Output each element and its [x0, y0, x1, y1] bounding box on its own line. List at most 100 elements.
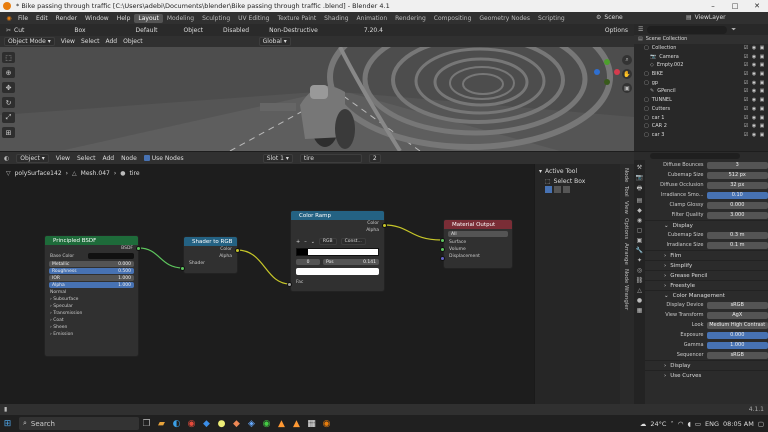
app-icon-3[interactable]: ◈ — [245, 417, 258, 430]
maximize-button[interactable]: □ — [724, 2, 746, 10]
select-mode-extend-icon[interactable] — [554, 186, 561, 193]
constraints-tab-icon[interactable]: ⛓ — [636, 277, 644, 284]
scene-selector[interactable]: Scene — [604, 14, 622, 21]
property-value[interactable]: sRGB — [706, 301, 768, 309]
disabled-label[interactable]: Disabled — [223, 27, 249, 34]
alpha-field[interactable]: Alpha 1.000 — [49, 282, 134, 288]
navigation-gizmo[interactable] — [594, 59, 620, 85]
editor-type-icon[interactable]: ◐ — [4, 155, 9, 162]
collection-tab-icon[interactable]: ▢ — [637, 227, 643, 234]
render-camera-icon[interactable]: ▣ — [759, 45, 765, 51]
render-camera-icon[interactable]: ▣ — [759, 115, 765, 121]
exclude-checkbox-icon[interactable]: ☑ — [743, 115, 749, 121]
menu-render[interactable]: Render — [52, 15, 81, 22]
metallic-field[interactable]: Metallic 0.000 — [49, 261, 134, 267]
roughness-field[interactable]: Roughness 0.500 — [49, 268, 134, 274]
section-display-2[interactable]: › Display — [644, 360, 768, 370]
render-camera-icon[interactable]: ▣ — [759, 97, 765, 103]
exclude-checkbox-icon[interactable]: ☑ — [743, 97, 749, 103]
pan-hand-icon[interactable]: ✋ — [622, 69, 632, 79]
outliner-row[interactable]: ▢ BIKE ☑ ◉ ▣ — [634, 70, 768, 79]
section-simplify[interactable]: › Simplify — [644, 260, 768, 270]
exclude-checkbox-icon[interactable]: ☑ — [743, 80, 749, 86]
tab-options[interactable]: Options — [623, 218, 629, 239]
tab-texture-paint[interactable]: Texture Paint — [273, 14, 320, 23]
cut-label[interactable]: Cut — [14, 27, 24, 34]
visibility-eye-icon[interactable]: ◉ — [751, 132, 757, 138]
output-volume-socket[interactable] — [440, 247, 445, 252]
render-camera-icon[interactable]: ▣ — [759, 88, 765, 94]
outliner-row[interactable]: ◇ Empty.002 ☑ ◉ ▣ — [634, 61, 768, 70]
output-target-dropdown[interactable]: All — [448, 231, 508, 237]
slot-dropdown[interactable]: Slot 1 ▾ — [262, 153, 293, 163]
node-menu-add[interactable]: Add — [102, 155, 114, 162]
render-camera-icon[interactable]: ▣ — [759, 132, 765, 138]
tab-geometry-nodes[interactable]: Geometry Nodes — [475, 14, 534, 23]
node-menu-node[interactable]: Node — [121, 155, 137, 162]
ramp-remove-icon[interactable]: – — [304, 239, 307, 245]
tab-node[interactable]: Node — [623, 168, 629, 182]
object-tab-icon[interactable]: ▣ — [637, 237, 643, 244]
texture-tab-icon[interactable]: ▦ — [637, 307, 643, 314]
modifier-tab-icon[interactable]: 🔧 — [636, 247, 643, 254]
visibility-eye-icon[interactable]: ◉ — [751, 45, 757, 51]
base-color-row[interactable]: Base Color — [45, 252, 138, 260]
visibility-eye-icon[interactable]: ◉ — [751, 106, 757, 112]
section-film[interactable]: › Film — [644, 250, 768, 260]
visibility-eye-icon[interactable]: ◉ — [751, 97, 757, 103]
tab-arrange[interactable]: Arrange — [623, 243, 629, 265]
properties-search-input[interactable] — [650, 153, 740, 159]
physics-tab-icon[interactable]: ◎ — [637, 267, 642, 274]
tab-node-wrangler[interactable]: Node Wrangler — [623, 269, 629, 310]
viewlayer-selector[interactable]: ViewLayer — [695, 14, 726, 21]
property-value[interactable]: Medium High Contrast — [706, 321, 768, 329]
active-tool-row[interactable]: ⬚ Select Box — [535, 176, 620, 186]
menu-view[interactable]: View — [61, 38, 75, 45]
node-editor[interactable]: Principled BSDF BSDF Base Color Metallic… — [0, 164, 534, 404]
ramp-index-field[interactable]: 0 — [296, 259, 320, 265]
tab-rendering[interactable]: Rendering — [391, 14, 430, 23]
exclude-checkbox-icon[interactable]: ☑ — [743, 62, 749, 68]
render-camera-icon[interactable]: ▣ — [759, 123, 765, 129]
outliner-row[interactable]: ▢ car 3 ☑ ◉ ▣ — [634, 131, 768, 140]
tab-tool[interactable]: Tool — [623, 186, 629, 197]
app-icon-5[interactable]: ▲ — [290, 417, 303, 430]
ramp-interp-dropdown[interactable]: Const... — [340, 238, 366, 245]
property-value[interactable]: 0.000 — [706, 201, 768, 209]
outliner-search-input[interactable] — [647, 25, 728, 34]
weather-temp[interactable]: 24°C — [650, 420, 666, 428]
app-icon-6[interactable]: ▦ — [305, 417, 318, 430]
node-principled-bsdf[interactable]: Principled BSDF BSDF Base Color Metallic… — [44, 235, 139, 357]
panel-transmission[interactable]: › Transmission — [45, 310, 138, 317]
orientation-dropdown[interactable]: Global ▾ — [258, 37, 291, 46]
property-value[interactable]: 0.3 m — [706, 231, 768, 239]
material-tab-icon[interactable]: ● — [637, 297, 642, 304]
property-value[interactable]: 3 — [706, 161, 768, 169]
property-value[interactable]: 1.000 — [706, 341, 768, 349]
battery-icon[interactable]: ▭ — [695, 420, 701, 428]
visibility-eye-icon[interactable]: ◉ — [751, 54, 757, 60]
shader-rgb-input-socket[interactable] — [180, 266, 185, 271]
outliner-row[interactable]: ▤ Scene Collection — [634, 35, 768, 44]
object-mode-dropdown[interactable]: Object Mode ▾ — [4, 37, 55, 46]
nondestructive-label[interactable]: Non-Destructive — [269, 27, 318, 34]
ramp-mode-dropdown[interactable]: RGB — [318, 238, 337, 245]
ramp-pos-field[interactable]: Pos 0.141 — [323, 259, 379, 265]
store-icon[interactable]: ◆ — [200, 417, 213, 430]
ior-field[interactable]: IOR 1.000 — [49, 275, 134, 281]
taskbar-search[interactable]: ⌕ Search — [19, 417, 139, 430]
visibility-eye-icon[interactable]: ◉ — [751, 88, 757, 94]
tab-uv-editing[interactable]: UV Editing — [234, 14, 273, 23]
exclude-checkbox-icon[interactable]: ☑ — [743, 132, 749, 138]
object-label[interactable]: Object — [183, 27, 203, 34]
tray-chevron-icon[interactable]: ˄ — [670, 420, 673, 428]
shader-type-dropdown[interactable]: Object ▾ — [16, 153, 49, 163]
language-indicator[interactable]: ENG — [705, 420, 719, 428]
camera-view-icon[interactable]: ▣ — [622, 83, 632, 93]
move-tool-icon[interactable]: ✥ — [2, 82, 15, 93]
file-explorer-icon[interactable]: ▰ — [155, 417, 168, 430]
app-icon-2[interactable]: ◆ — [230, 417, 243, 430]
tab-layout[interactable]: Layout — [134, 13, 163, 23]
menu-file[interactable]: File — [14, 15, 32, 22]
app-icon-1[interactable]: ● — [215, 417, 228, 430]
